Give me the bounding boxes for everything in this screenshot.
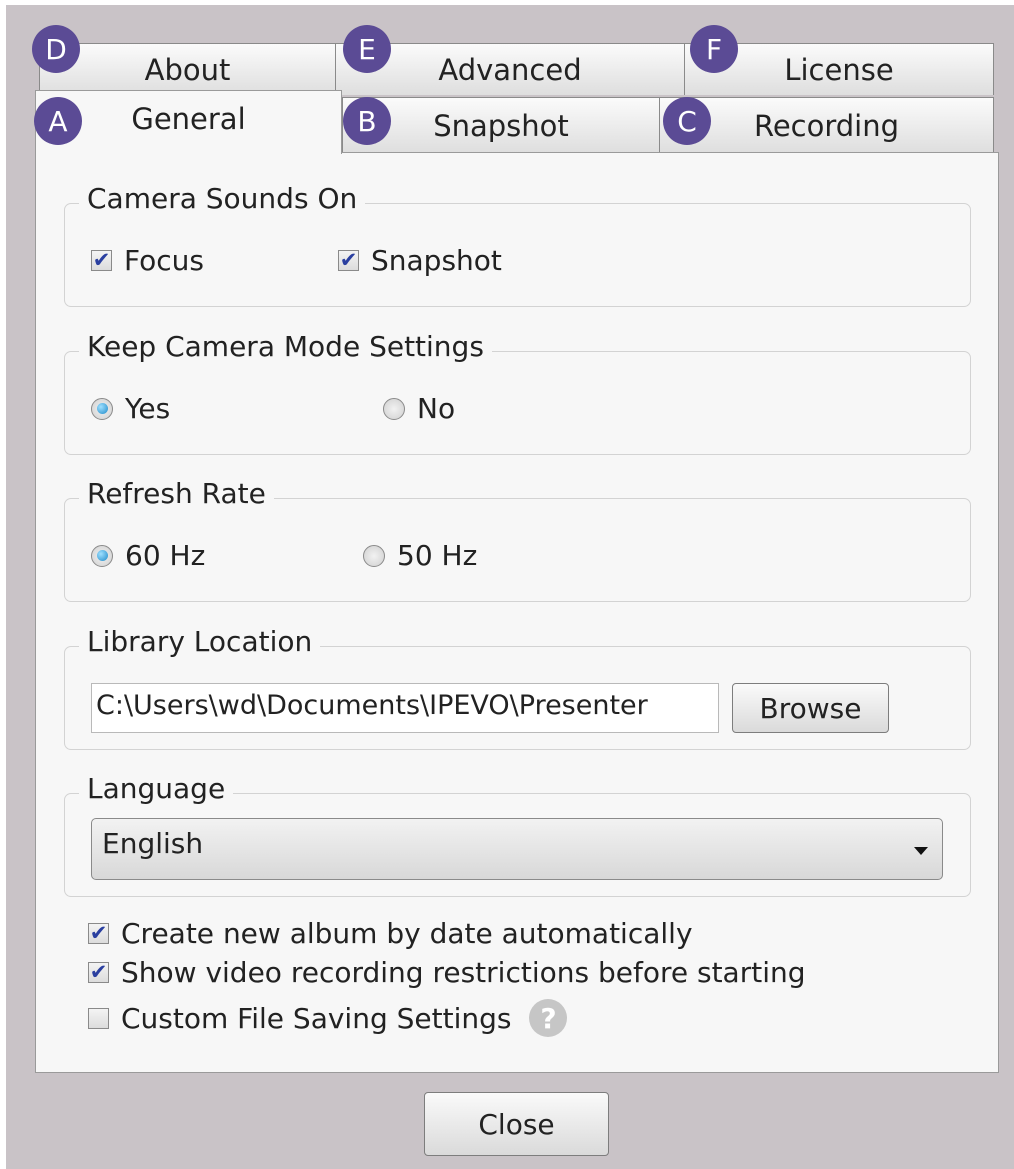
no-label: No [417, 392, 456, 425]
language-group: Language English [64, 772, 971, 897]
library-location-title: Library Location [79, 625, 321, 658]
tab-snapshot-label: Snapshot [433, 108, 569, 143]
library-path-input[interactable]: C:\Users\wd\Documents\IPEVO\Presenter [91, 683, 719, 733]
custom-saving-checkbox[interactable] [88, 1007, 109, 1029]
yes-label: Yes [125, 392, 171, 425]
tab-about-label: About [144, 52, 231, 87]
show-restrictions-row[interactable]: ✔ Show video recording restrictions befo… [88, 956, 806, 989]
badge-d: D [32, 25, 80, 73]
keep-mode-yes-row[interactable]: Yes [91, 392, 170, 425]
hz50-label: 50 Hz [397, 539, 478, 572]
album-by-date-checkbox[interactable]: ✔ [88, 923, 109, 944]
snapshot-checkbox-row[interactable]: ✔ Snapshot [338, 244, 502, 277]
camera-sounds-title: Camera Sounds On [79, 182, 366, 215]
browse-button[interactable]: Browse [732, 683, 889, 733]
no-radio[interactable] [383, 397, 405, 420]
snapshot-label: Snapshot [371, 244, 502, 277]
settings-window: About Advanced License General Snapshot … [6, 5, 1014, 1169]
check-icon: ✔ [89, 960, 108, 984]
focus-checkbox-row[interactable]: ✔ Focus [91, 244, 204, 277]
badge-c: C [663, 97, 711, 145]
album-by-date-label: Create new album by date automatically [121, 917, 693, 950]
keep-mode-no-row[interactable]: No [383, 392, 455, 425]
library-location-group: Library Location C:\Users\wd\Documents\I… [64, 625, 971, 750]
focus-label: Focus [124, 244, 204, 277]
help-icon[interactable]: ? [529, 999, 568, 1037]
keep-mode-title: Keep Camera Mode Settings [79, 330, 492, 363]
radio-selected-dot [96, 403, 108, 414]
language-select[interactable]: English [91, 818, 943, 880]
hz60-row[interactable]: 60 Hz [91, 539, 205, 572]
language-title: Language [79, 772, 234, 805]
check-icon: ✔ [92, 248, 111, 272]
language-selected-value: English [102, 827, 204, 860]
check-icon: ✔ [339, 248, 358, 272]
hz50-radio[interactable] [363, 544, 385, 567]
badge-f: F [690, 25, 738, 73]
tab-about[interactable]: About [39, 43, 336, 95]
hz60-label: 60 Hz [125, 539, 206, 572]
custom-saving-row[interactable]: Custom File Saving Settings ? [88, 999, 568, 1037]
refresh-rate-group: Refresh Rate 60 Hz 50 Hz [64, 477, 971, 602]
snapshot-checkbox[interactable]: ✔ [338, 250, 359, 271]
keep-mode-group: Keep Camera Mode Settings Yes No [64, 330, 971, 455]
general-panel: Camera Sounds On ✔ Focus ✔ Snapshot Keep… [35, 152, 999, 1073]
badge-e: E [343, 25, 391, 73]
yes-radio[interactable] [91, 397, 113, 420]
tab-recording-label: Recording [753, 108, 900, 143]
show-restrictions-label: Show video recording restrictions before… [121, 956, 806, 989]
tab-license-label: License [784, 52, 894, 87]
tab-advanced-label: Advanced [438, 52, 582, 87]
show-restrictions-checkbox[interactable]: ✔ [88, 962, 109, 983]
radio-selected-dot [96, 550, 108, 561]
dropdown-arrow-icon [914, 847, 928, 855]
custom-saving-label: Custom File Saving Settings [121, 1001, 512, 1035]
check-icon: ✔ [89, 921, 108, 945]
badge-a: A [34, 97, 82, 145]
hz50-row[interactable]: 50 Hz [363, 539, 477, 572]
focus-checkbox[interactable]: ✔ [91, 250, 112, 271]
close-button[interactable]: Close [424, 1092, 609, 1156]
tab-general-label: General [131, 101, 246, 136]
hz60-radio[interactable] [91, 544, 113, 567]
refresh-rate-title: Refresh Rate [79, 477, 274, 510]
camera-sounds-group: Camera Sounds On ✔ Focus ✔ Snapshot [64, 182, 971, 307]
album-by-date-row[interactable]: ✔ Create new album by date automatically [88, 917, 693, 950]
badge-b: B [343, 97, 391, 145]
